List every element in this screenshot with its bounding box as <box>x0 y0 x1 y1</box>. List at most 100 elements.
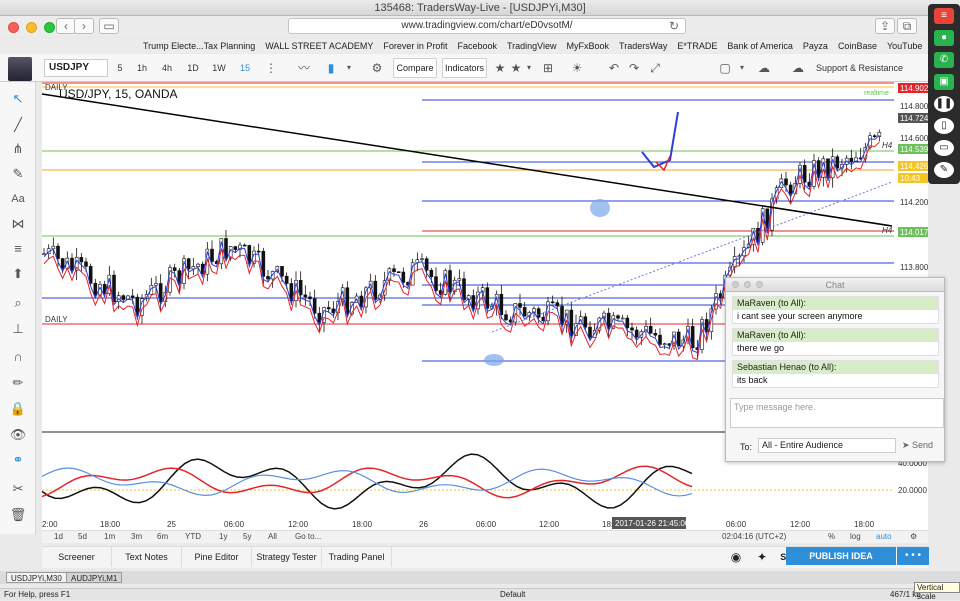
timeframe-4h[interactable]: 4h <box>157 59 177 77</box>
bookmark-item[interactable]: Payza <box>798 39 833 53</box>
back-icon[interactable]: ‹ <box>56 18 76 34</box>
fullscreen-icon[interactable]: ⤢ <box>646 60 664 76</box>
bookmark-item[interactable]: Facebook <box>452 39 502 53</box>
webcam-icon[interactable]: ▣ <box>934 74 954 90</box>
share-icon[interactable]: ⇪ <box>875 18 895 34</box>
timeframe-1d[interactable]: 1D <box>183 59 203 77</box>
reload-icon[interactable]: ↻ <box>664 19 684 35</box>
redo-icon[interactable]: ↷ <box>625 60 643 76</box>
avatar[interactable] <box>8 57 32 81</box>
bookmark-item[interactable]: Forever in Profit <box>378 39 452 53</box>
chevron-down-icon[interactable]: ▾ <box>340 60 358 76</box>
auto-toggle[interactable]: auto <box>876 531 892 543</box>
template-select[interactable]: Support & Resistance (W... <box>816 59 920 91</box>
tab-trading-panel[interactable]: Trading Panel <box>322 547 392 567</box>
remove-tools-icon[interactable]: ✂ <box>9 480 27 498</box>
go-to-date[interactable]: Go to... <box>295 531 321 543</box>
timeframe-1h[interactable]: 1h <box>132 59 152 77</box>
tab-strategy-tester[interactable]: Strategy Tester <box>252 547 322 567</box>
doc-tab-usdjpy[interactable]: USDJPYi,M30 <box>6 572 67 583</box>
timeframe-5[interactable]: 5 <box>112 59 128 77</box>
mic-icon[interactable]: ● <box>934 30 954 46</box>
maximize-icon[interactable] <box>756 281 763 288</box>
url-field[interactable]: www.tradingview.com/chart/eD0vsotM/ <box>288 18 686 34</box>
pattern-icon[interactable]: ⋈ <box>9 215 27 233</box>
chat-recipient-select[interactable]: All - Entire Audience <box>758 438 896 453</box>
menu-icon[interactable]: ≡ <box>934 8 954 24</box>
publish-idea-button[interactable]: PUBLISH IDEA <box>786 547 896 565</box>
forward-icon[interactable]: › <box>74 18 94 34</box>
camera-icon[interactable]: ◉ <box>726 547 746 567</box>
bookmark-item[interactable]: CoinBase <box>833 39 882 53</box>
minimize-window-icon[interactable] <box>26 22 37 33</box>
mobile-icon[interactable]: ▯ <box>934 118 954 134</box>
pitchfork-icon[interactable]: ⋔ <box>9 140 27 158</box>
compare-button[interactable]: Compare <box>393 58 437 78</box>
bookmark-item[interactable]: MyFxBook <box>562 39 615 53</box>
more-timeframes-icon[interactable]: ⋮ <box>262 60 280 76</box>
arrow-up-icon[interactable]: ⬆ <box>9 265 27 283</box>
chat-send-button[interactable]: ➤ Send <box>902 440 933 451</box>
screen-icon[interactable]: ▭ <box>934 140 954 156</box>
log-toggle[interactable]: log <box>850 531 861 543</box>
bookmark-item[interactable]: TradersWay <box>614 39 672 53</box>
cloud-upload-icon[interactable]: ☁ <box>789 60 807 76</box>
line-chart-icon[interactable]: 〰 <box>295 60 313 76</box>
percent-toggle[interactable]: % <box>828 531 835 543</box>
indicators-button[interactable]: Indicators <box>442 58 487 78</box>
range-1m[interactable]: 1m <box>104 531 115 543</box>
timeframe-1w[interactable]: 1W <box>209 59 229 77</box>
fib-icon[interactable]: ≡ <box>9 240 27 258</box>
doc-tab-audjpy[interactable]: AUDJPYi,M1 <box>66 572 123 583</box>
minimize-icon[interactable] <box>744 281 751 288</box>
cloud-save-icon[interactable]: ☁ <box>755 60 773 76</box>
tab-text-notes[interactable]: Text Notes <box>112 547 182 567</box>
close-window-icon[interactable] <box>8 22 19 33</box>
bookmark-item[interactable]: TradingView <box>502 39 562 53</box>
text-icon[interactable]: Aa <box>9 190 27 208</box>
symbol-search-input[interactable]: USDJPY <box>44 59 108 77</box>
bulb-icon[interactable]: ☀ <box>568 60 586 76</box>
sidebar-toggle-icon[interactable]: ▭ <box>99 18 119 34</box>
timeframe-15[interactable]: 15 <box>235 59 255 77</box>
bookmark-item[interactable]: WALL STREET ACADEMY <box>260 39 378 53</box>
bookmark-item[interactable]: E*TRADE <box>672 39 722 53</box>
layout-icon[interactable]: ▢ <box>716 60 734 76</box>
range-1y[interactable]: 1y <box>219 531 227 543</box>
tab-pine-editor[interactable]: Pine Editor <box>182 547 252 567</box>
cursor-icon[interactable]: ↖ <box>9 90 27 108</box>
link-icon[interactable]: ⚭ <box>9 451 27 469</box>
lock-icon[interactable]: 🔒 <box>9 400 27 418</box>
undo-icon[interactable]: ↶ <box>605 60 623 76</box>
draw-icon[interactable]: ✎ <box>934 162 954 178</box>
close-icon[interactable] <box>732 281 739 288</box>
range-all[interactable]: All <box>268 531 277 543</box>
range-5d[interactable]: 5d <box>78 531 87 543</box>
gear-icon[interactable]: ⚙ <box>910 531 917 543</box>
range-5y[interactable]: 5y <box>243 531 251 543</box>
chat-message-input[interactable]: Type message here. <box>730 398 944 428</box>
brush-icon[interactable]: ✎ <box>9 165 27 183</box>
more-options-button[interactable]: • • • <box>897 547 929 565</box>
range-1d[interactable]: 1d <box>54 531 63 543</box>
chevron-down-icon[interactable]: ▾ <box>733 60 751 76</box>
gear-icon[interactable]: ⚙ <box>368 60 386 76</box>
tab-screener[interactable]: Screener <box>42 547 112 567</box>
phone-icon[interactable]: ✆ <box>934 52 954 68</box>
range-3m[interactable]: 3m <box>131 531 142 543</box>
range-ytd[interactable]: YTD <box>185 531 201 543</box>
magnet-icon[interactable]: ∩ <box>9 348 27 366</box>
measure-icon[interactable]: ⊥ <box>9 320 27 338</box>
pause-icon[interactable]: ❚❚ <box>934 96 954 112</box>
trend-line-icon[interactable]: ╱ <box>9 116 27 134</box>
zoom-icon[interactable]: ⌕ <box>9 294 27 312</box>
chevron-down-icon[interactable]: ▾ <box>520 60 538 76</box>
candles-icon[interactable]: ▮ <box>322 60 340 76</box>
bookmark-item[interactable]: Bank of America <box>722 39 798 53</box>
maximize-window-icon[interactable] <box>44 22 55 33</box>
alert-icon[interactable]: ⊞ <box>539 60 557 76</box>
bookmark-item[interactable]: YouTube <box>882 39 927 53</box>
twitter-icon[interactable]: ✦ <box>752 547 772 567</box>
hide-icon[interactable]: 👁 <box>9 426 27 444</box>
range-6m[interactable]: 6m <box>157 531 168 543</box>
